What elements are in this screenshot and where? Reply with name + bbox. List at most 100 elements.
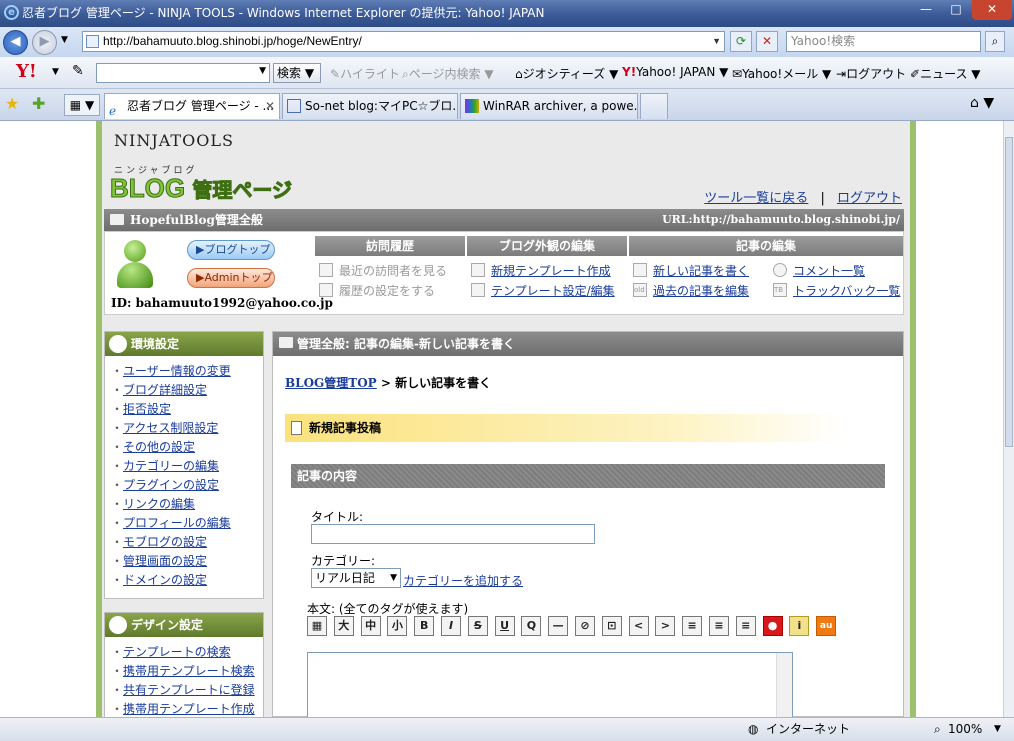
news-button[interactable]: ✐ニュース ▼ — [910, 65, 981, 82]
sidebar-item-deny[interactable]: 拒否設定 — [111, 400, 257, 419]
maximize-button[interactable]: □ — [942, 0, 970, 20]
body-textarea[interactable] — [307, 652, 793, 717]
trackback-icon: TB — [773, 283, 787, 297]
font-medium-button[interactable]: 中 — [360, 616, 381, 636]
font-large-button[interactable]: 大 — [333, 616, 354, 636]
italic-button[interactable]: I — [440, 616, 461, 636]
add-favorite-icon[interactable]: ✚ — [32, 94, 45, 113]
blog-header-bar: HopefulBlog管理全般 URL:http://bahamuuto.blo… — [104, 209, 904, 231]
logout-link[interactable]: ログアウト — [837, 191, 902, 206]
environment-settings-header: 環境設定 — [105, 332, 263, 356]
link-button[interactable]: ⊘ — [574, 616, 595, 636]
design-settings-list: テンプレートの検索 携帯用テンプレート検索 共有テンプレートに登録 携帯用テンプ… — [105, 637, 263, 717]
yahoo-japan-button[interactable]: Y!Yahoo! JAPAN ▼ — [622, 65, 728, 79]
admin-top-button[interactable]: ▶Adminトップ — [187, 268, 275, 288]
tool-list-link[interactable]: ツール一覧に戻る — [704, 191, 808, 206]
window-controls: — □ ✕ — [910, 0, 1012, 20]
blog-top-button[interactable]: ▶ブログトップ — [187, 240, 275, 260]
add-category-link[interactable]: カテゴリーを追加する — [403, 572, 523, 589]
align-right-button[interactable]: ≡ — [708, 616, 729, 636]
yahoo-logo[interactable]: Y! — [16, 62, 37, 82]
align-left-button[interactable]: ≡ — [682, 616, 703, 636]
sidebar-item-links[interactable]: リンクの編集 — [111, 495, 257, 514]
sidebar-item-moblog[interactable]: モブログの設定 — [111, 533, 257, 552]
close-tab-icon[interactable]: ✕ — [265, 94, 275, 118]
address-input[interactable]: http://bahamuuto.blog.shinobi.jp/hoge/Ne… — [82, 31, 725, 52]
sidebar-item-domain[interactable]: ドメインの設定 — [111, 571, 257, 590]
search-input[interactable]: Yahoo!検索 — [786, 31, 981, 52]
logout-toolbar-button[interactable]: ⇥ログアウト — [836, 65, 906, 82]
font-small-button[interactable]: 小 — [387, 616, 408, 636]
yahoo-mail-button[interactable]: ✉Yahoo!メール ▼ — [732, 65, 831, 82]
sidebar-item-admin-screen[interactable]: 管理画面の設定 — [111, 552, 257, 571]
yahoo-search-button[interactable]: 検索 ▼ — [273, 63, 321, 83]
yahoo-menu-icon[interactable]: ▼ — [52, 67, 59, 77]
sidebar-item-mobile-template-create[interactable]: 携帯用テンプレート作成 — [111, 700, 257, 717]
history-dropdown-icon[interactable]: ▼ — [61, 35, 68, 45]
recent-visitors-link[interactable]: 最近の訪問者を見る — [319, 262, 447, 279]
tag-open-button[interactable]: < — [628, 616, 649, 636]
search-go-icon[interactable]: ⌕ — [985, 31, 1005, 52]
palette-icon — [109, 616, 127, 634]
page-scrollbar[interactable] — [1003, 121, 1014, 717]
forward-button[interactable]: ▶ — [32, 30, 57, 55]
tab-winrar[interactable]: WinRAR archiver, a powe... — [460, 93, 638, 119]
back-button[interactable]: ◀ — [3, 30, 28, 55]
sidebar-item-template-search[interactable]: テンプレートの検索 — [111, 643, 257, 662]
breadcrumb-blog-admin-top[interactable]: BLOG管理TOP — [285, 376, 377, 390]
sidebar-item-mobile-template-search[interactable]: 携帯用テンプレート検索 — [111, 662, 257, 681]
sidebar-item-shared-template[interactable]: 共有テンプレートに登録 — [111, 681, 257, 700]
trackback-list-link[interactable]: TB トラックバック一覧 — [773, 282, 900, 299]
bold-button[interactable]: B — [414, 616, 435, 636]
highlight-button[interactable]: ✎ハイライト — [330, 65, 400, 82]
sidebar-item-category[interactable]: カテゴリーの編集 — [111, 457, 257, 476]
yahoo-search-input[interactable]: ▼ — [96, 63, 270, 83]
underline-button[interactable]: U — [494, 616, 515, 636]
sidebar-item-user-info[interactable]: ユーザー情報の変更 — [111, 362, 257, 381]
address-dropdown-icon[interactable]: ▼ — [712, 32, 721, 51]
sidebar-item-access-limit[interactable]: アクセス制限設定 — [111, 419, 257, 438]
home-icon[interactable]: ⌂ ▼ — [970, 95, 994, 111]
strike-button[interactable]: S — [467, 616, 488, 636]
history-settings-link[interactable]: 履歴の設定をする — [319, 282, 435, 299]
image-button[interactable]: ⊡ — [601, 616, 622, 636]
yahoo-toolbar: Y! ▼ ✎ ▼ 検索 ▼ ✎ハイライト ⌕ページ内検索 ▼ ⌂ジオシティーズ … — [0, 57, 1014, 89]
sidebar-item-plugin[interactable]: プラグインの設定 — [111, 476, 257, 495]
scrollbar-thumb[interactable] — [1005, 137, 1013, 447]
tab-ninja-admin[interactable]: ℯ 忍者ブログ 管理ページ - ... ✕ — [104, 93, 280, 119]
vodafone-emoji-button[interactable]: ● — [762, 616, 783, 636]
quick-tabs-button[interactable]: ▦ ▼ — [64, 94, 100, 116]
favorites-star-icon[interactable]: ★ — [5, 94, 19, 113]
geocities-button[interactable]: ⌂ジオシティーズ ▼ — [515, 65, 618, 82]
zoom-dropdown-icon[interactable]: ▼ — [994, 718, 1001, 740]
pencil-icon[interactable]: ✎ — [72, 63, 84, 79]
tag-close-button[interactable]: > — [655, 616, 676, 636]
color-palette-button[interactable]: ▦ — [307, 616, 327, 636]
category-select[interactable]: リアル日記 — [311, 568, 401, 588]
close-window-button[interactable]: ✕ — [972, 0, 1012, 20]
minimize-button[interactable]: — — [912, 0, 940, 20]
refresh-button[interactable]: ⟳ — [730, 31, 752, 52]
new-template-link[interactable]: 新規テンプレート作成 — [471, 262, 611, 279]
textarea-scrollbar[interactable] — [776, 653, 792, 717]
align-center-button[interactable]: ≡ — [735, 616, 756, 636]
sidebar-item-profile[interactable]: プロフィールの編集 — [111, 514, 257, 533]
quote-button[interactable]: Q — [521, 616, 542, 636]
page-search-button[interactable]: ⌕ページ内検索 ▼ — [402, 65, 494, 82]
imode-emoji-button[interactable]: i — [789, 616, 810, 636]
edit-past-articles-link[interactable]: old 過去の記事を編集 — [633, 282, 749, 299]
title-input[interactable] — [311, 524, 595, 544]
new-article-link[interactable]: 新しい記事を書く — [633, 262, 749, 279]
ninja-admin-page: NINJATOOLS ニンジャブログ BLOG 管理ページ ツール一覧に戻る |… — [96, 121, 916, 717]
template-settings-link[interactable]: テンプレート設定/編集 — [471, 282, 615, 299]
folder-icon — [279, 337, 293, 348]
hr-button[interactable]: — — [548, 616, 569, 636]
sidebar-item-other[interactable]: その他の設定 — [111, 438, 257, 457]
zoom-level[interactable]: 100% — [948, 718, 982, 740]
au-emoji-button[interactable]: au — [816, 616, 837, 636]
sidebar-item-blog-details[interactable]: ブログ詳細設定 — [111, 381, 257, 400]
new-tab-button[interactable] — [640, 93, 668, 119]
comment-list-link[interactable]: コメント一覧 — [773, 262, 865, 279]
stop-button[interactable]: ✕ — [756, 31, 778, 52]
tab-sonet-blog[interactable]: So-net blog:マイPC☆ブロ... — [282, 93, 458, 119]
